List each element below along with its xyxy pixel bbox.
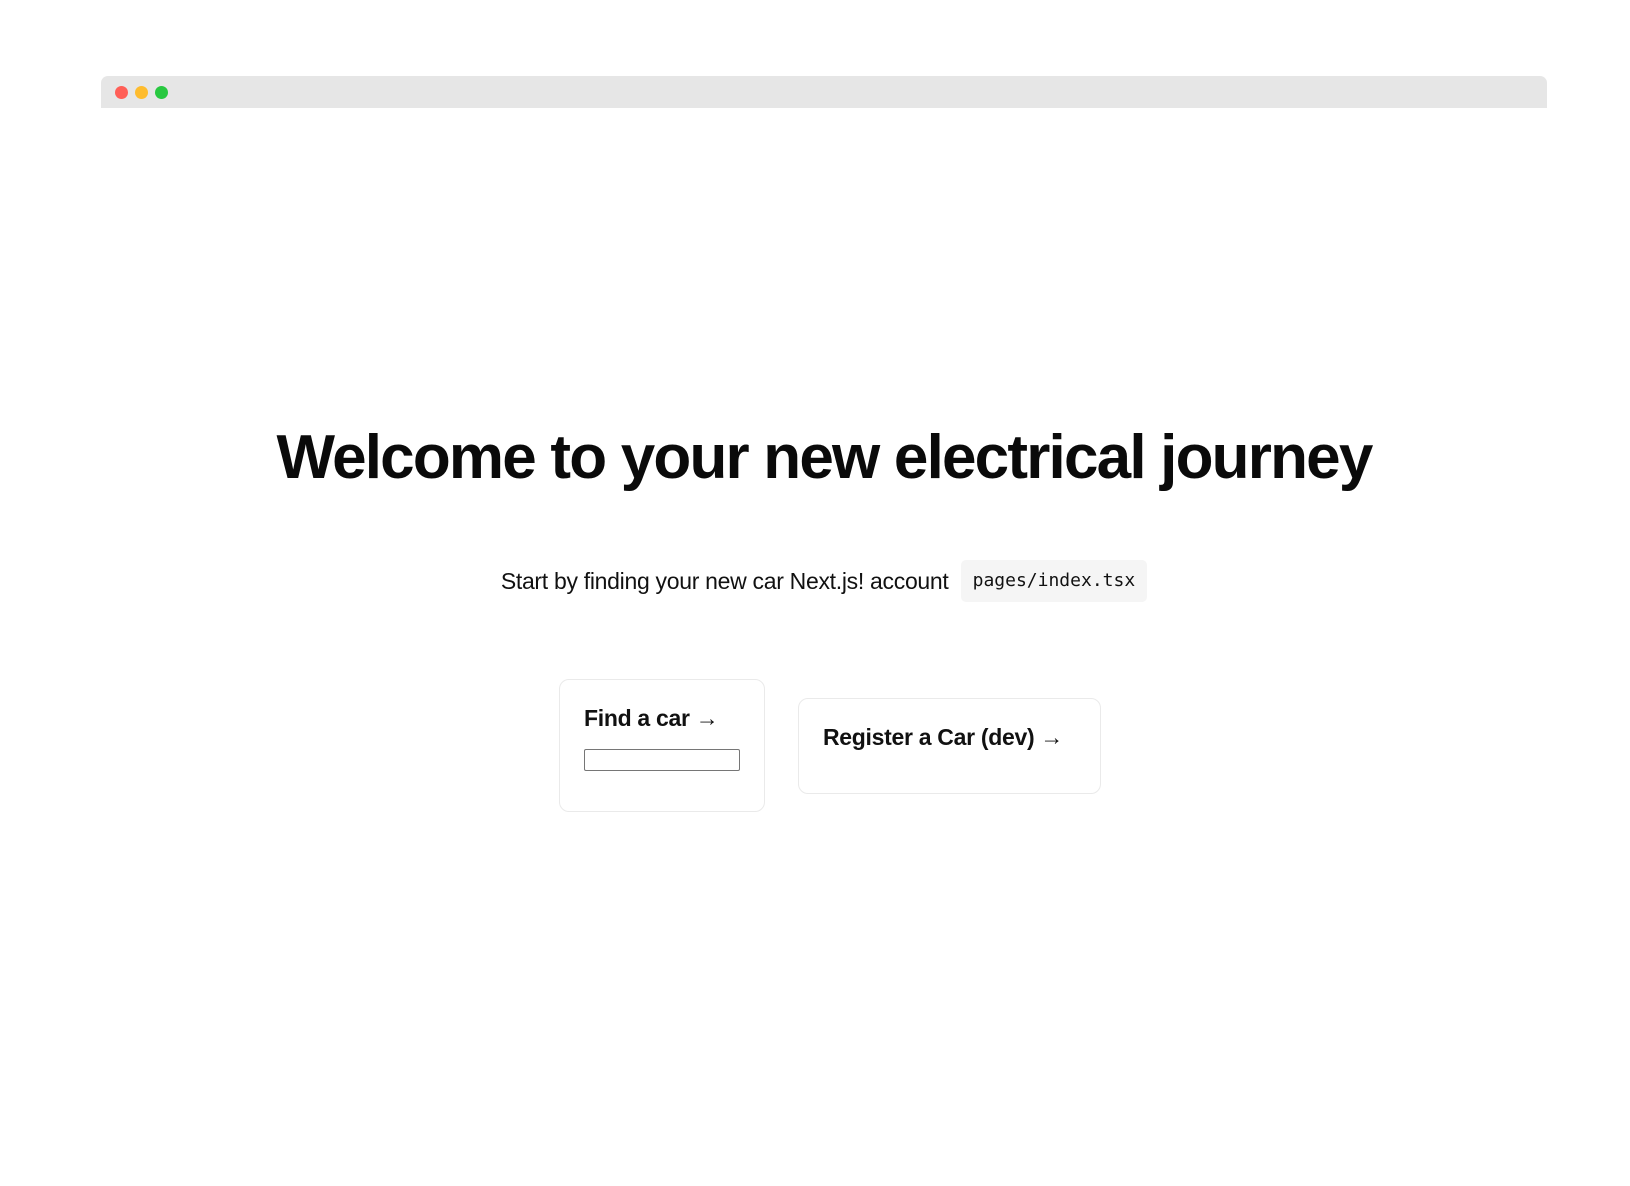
find-car-heading[interactable]: Find a car → [584,704,719,732]
browser-window: Welcome to your new electrical journey S… [101,76,1547,1116]
register-car-heading[interactable]: Register a Car (dev) → [823,723,1063,751]
window-titlebar [101,76,1547,108]
register-car-card[interactable]: Register a Car (dev) → [798,698,1101,794]
car-search-input[interactable] [584,749,740,771]
close-window-button[interactable] [115,86,128,99]
page-description: Start by finding your new car Next.js! a… [101,560,1547,602]
page-title: Welcome to your new electrical journey [276,423,1373,492]
maximize-window-button[interactable] [155,86,168,99]
code-snippet: pages/index.tsx [960,560,1148,602]
find-car-card[interactable]: Find a car → [559,679,765,812]
description-text: Start by finding your new car Next.js! a… [500,568,949,594]
minimize-window-button[interactable] [135,86,148,99]
